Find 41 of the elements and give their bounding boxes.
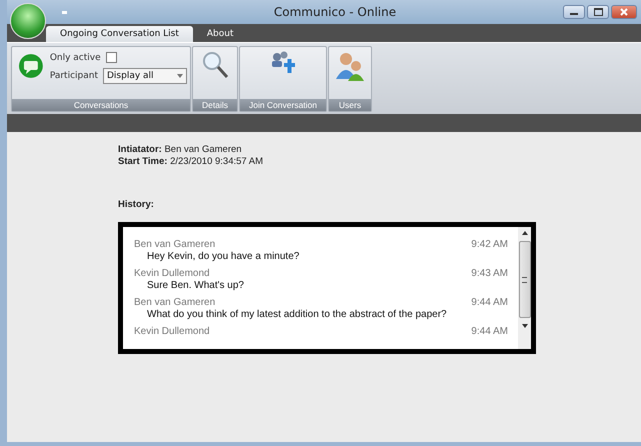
only-active-label: Only active — [50, 52, 101, 62]
ribbon-tab[interactable]: About — [192, 26, 248, 42]
group-label: Join Conversation — [240, 99, 326, 111]
message-sender: Ben van Gameren — [134, 239, 216, 250]
app-orb-icon[interactable] — [10, 3, 46, 39]
initiator-label: Intiatator: — [118, 144, 162, 155]
people-plus-icon[interactable] — [270, 51, 296, 75]
message-time: 9:43 AM — [471, 268, 508, 279]
scroll-thumb[interactable] — [518, 241, 530, 318]
ribbon-tab[interactable]: Ongoing Conversation List — [46, 26, 193, 42]
scrollbar[interactable] — [518, 227, 531, 349]
message-time: 9:44 AM — [471, 326, 508, 337]
message-time: 9:42 AM — [471, 239, 508, 250]
scroll-down-icon[interactable] — [522, 324, 528, 328]
scroll-up-icon[interactable] — [522, 231, 528, 235]
message-text: What do you think of my latest addition to the abstract of the paper? — [146, 308, 448, 321]
message-text: Sure Ben. What's up? — [146, 279, 245, 292]
message-sender: Ben van Gameren — [134, 297, 216, 308]
chat-bubble-icon — [18, 53, 44, 79]
window-title: Communico - Online — [272, 5, 398, 19]
participant-label: Participant — [50, 71, 98, 81]
minimize-button[interactable] — [563, 5, 585, 19]
history-label: History: — [118, 199, 155, 210]
message-sender: Kevin Dullemond — [134, 326, 210, 337]
close-icon — [620, 8, 628, 16]
only-active-checkbox[interactable] — [106, 52, 117, 63]
message-text: Hey Kevin, do you have a minute? — [146, 250, 300, 263]
start-time-value: 2/23/2010 9:34:57 AM — [170, 156, 264, 167]
group-label: Details — [193, 99, 237, 111]
initiator-value: Ben van Gameren — [164, 144, 242, 155]
participant-dropdown[interactable]: Display all — [103, 68, 187, 84]
message-sender: Kevin Dullemond — [134, 268, 210, 279]
close-button[interactable] — [611, 5, 637, 19]
users-icon[interactable] — [335, 51, 365, 81]
magnifier-icon[interactable] — [201, 51, 229, 79]
caret-icon — [177, 74, 183, 78]
start-time-label: Start Time: — [118, 156, 168, 167]
group-label: Users — [329, 99, 371, 111]
message-time: 9:44 AM — [471, 297, 508, 308]
maximize-button[interactable] — [587, 5, 609, 19]
group-label: Conversations — [12, 99, 190, 111]
